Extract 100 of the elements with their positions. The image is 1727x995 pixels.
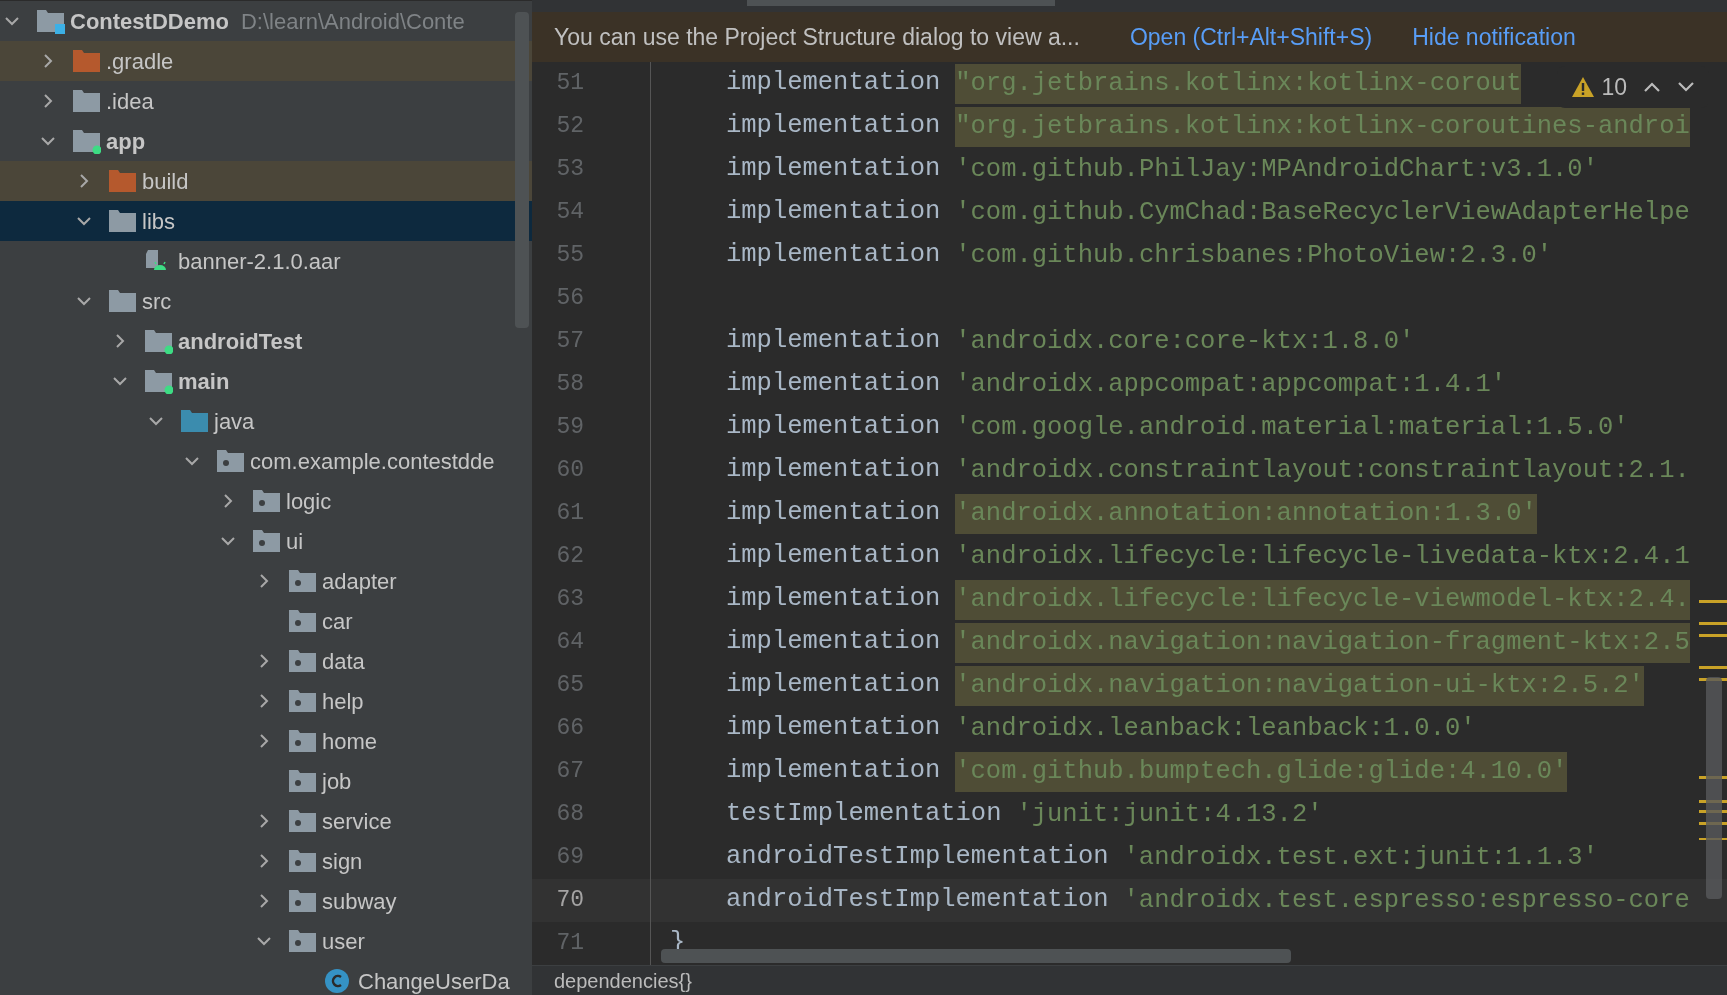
code-string: 'junit:junit:4.13.2'	[1016, 798, 1323, 831]
project-folder-icon	[36, 8, 65, 34]
code-keyword: implementation	[726, 712, 941, 745]
code-keyword: implementation	[726, 626, 941, 659]
tree-item[interactable]: java	[0, 401, 532, 441]
code-keyword: implementation	[726, 497, 941, 530]
code-keyword: implementation	[726, 368, 941, 401]
tree-item[interactable]: sign	[0, 841, 532, 881]
tree-item[interactable]: ui	[0, 521, 532, 561]
code-string: 'com.github.CymChad:BaseRecyclerViewAdapterHelpe	[955, 196, 1690, 229]
line-number: 52	[555, 112, 584, 142]
code-keyword: implementation	[726, 67, 941, 100]
warning-count: 10	[1601, 72, 1627, 102]
line-number: 51	[555, 69, 584, 99]
chevron-down-icon[interactable]	[1677, 81, 1695, 93]
line-number: 54	[555, 198, 584, 228]
code-string: 'androidx.annotation:annotation:1.3.0'	[955, 493, 1537, 534]
code-keyword: implementation	[726, 411, 941, 444]
package-icon	[288, 808, 317, 834]
tree-item[interactable]: src	[0, 281, 532, 321]
tree-item[interactable]: .idea	[0, 81, 532, 121]
package-icon	[252, 488, 281, 514]
module-folder-icon	[144, 328, 173, 354]
scrollbar-thumb[interactable]	[515, 12, 529, 328]
line-number: 63	[555, 585, 584, 615]
code-string: 'androidx.lifecycle:lifecycle-livedata-ktx:2.4.1	[955, 540, 1690, 573]
code-keyword: implementation	[726, 110, 941, 143]
tree-item[interactable]: logic	[0, 481, 532, 521]
tree-item[interactable]: libs	[0, 201, 532, 241]
line-number: 66	[555, 714, 584, 744]
package-icon	[252, 528, 281, 554]
tree-item[interactable]: help	[0, 681, 532, 721]
code-string: 'androidx.core:core-ktx:1.8.0'	[955, 325, 1415, 358]
scrollbar-thumb[interactable]	[661, 949, 1291, 963]
tree-item[interactable]: car	[0, 601, 532, 641]
code-string: 'androidx.lifecycle:lifecycle-viewmodel-ktx:2.4.	[955, 579, 1690, 620]
package-icon	[288, 928, 317, 954]
chevron-up-icon[interactable]	[1643, 81, 1661, 93]
tree-item[interactable]: subway	[0, 881, 532, 921]
code-keyword: androidTestImplementation	[726, 884, 1109, 917]
tree-item[interactable]: androidTest	[0, 321, 532, 361]
folder-icon	[108, 288, 137, 314]
tree-item[interactable]: com.example.contestdde	[0, 441, 532, 481]
folder-icon	[108, 208, 137, 234]
line-number: 58	[555, 370, 584, 400]
line-number: 62	[555, 542, 584, 572]
module-folder-icon	[144, 368, 173, 394]
package-icon	[288, 728, 317, 754]
package-icon	[288, 768, 317, 794]
line-number: 59	[555, 413, 584, 443]
tree-item[interactable]: banner-2.1.0.aar	[0, 241, 532, 281]
tree-item[interactable]: main	[0, 361, 532, 401]
warning-icon	[1571, 76, 1596, 98]
notification-link[interactable]: Hide notification	[1412, 19, 1576, 55]
tree-item[interactable]: ChangeUserDa	[0, 961, 532, 995]
line-number: 71	[555, 929, 584, 959]
folder-icon	[72, 88, 101, 114]
folder-icon	[108, 168, 137, 194]
package-icon	[288, 648, 317, 674]
tree-item[interactable]: build	[0, 161, 532, 201]
scrollbar-thumb[interactable]	[1706, 677, 1722, 899]
code-keyword: implementation	[726, 669, 941, 702]
tree-item[interactable]: .gradle	[0, 41, 532, 81]
code-string: "org.jetbrains.kotlinx:kotlinx-coroutines-androi	[955, 106, 1690, 147]
notification-link[interactable]: Open (Ctrl+Alt+Shift+S)	[1129, 19, 1373, 55]
breadcrumb[interactable]: dependencies{}	[554, 970, 692, 991]
code-string: 'androidx.navigation:navigation-fragment-ktx:2.5	[955, 622, 1690, 663]
project-path: D:\learn\Android\Conte	[240, 7, 465, 36]
package-icon	[288, 688, 317, 714]
tree-item[interactable]: adapter	[0, 561, 532, 601]
code-keyword: implementation	[726, 196, 941, 229]
package-icon	[288, 888, 317, 914]
tree-item[interactable]: data	[0, 641, 532, 681]
code-keyword: implementation	[726, 325, 941, 358]
line-number: 60	[555, 456, 584, 486]
tree-item[interactable]: app	[0, 121, 532, 161]
tree-item[interactable]: ContestDDemo D:\learn\Android\Conte	[0, 1, 532, 41]
tree-item[interactable]: user	[0, 921, 532, 961]
tree-item[interactable]: home	[0, 721, 532, 761]
code-keyword: implementation	[726, 454, 941, 487]
line-number: 55	[555, 241, 584, 271]
folder-icon	[180, 408, 209, 434]
package-icon	[288, 608, 317, 634]
tree-item[interactable]: job	[0, 761, 532, 801]
line-number: 68	[555, 800, 584, 830]
code-keyword: testImplementation	[726, 798, 1002, 831]
code-string: 'com.github.chrisbanes:PhotoView:2.3.0'	[955, 239, 1553, 272]
line-number: 67	[555, 757, 584, 787]
line-number: 70	[555, 886, 584, 916]
code-string: 'androidx.appcompat:appcompat:1.4.1'	[955, 368, 1507, 401]
tree-item[interactable]: service	[0, 801, 532, 841]
package-icon	[288, 568, 317, 594]
line-number: 57	[555, 327, 584, 357]
code-keyword: implementation	[726, 583, 941, 616]
package-icon	[216, 448, 245, 474]
code-string: 'androidx.leanback:leanback:1.0.0'	[955, 712, 1476, 745]
class-icon	[324, 968, 350, 994]
line-number: 69	[555, 843, 584, 873]
line-number: 64	[555, 628, 584, 658]
code-string: 'androidx.constraintlayout:constraintlayout:2.1.	[955, 454, 1690, 487]
